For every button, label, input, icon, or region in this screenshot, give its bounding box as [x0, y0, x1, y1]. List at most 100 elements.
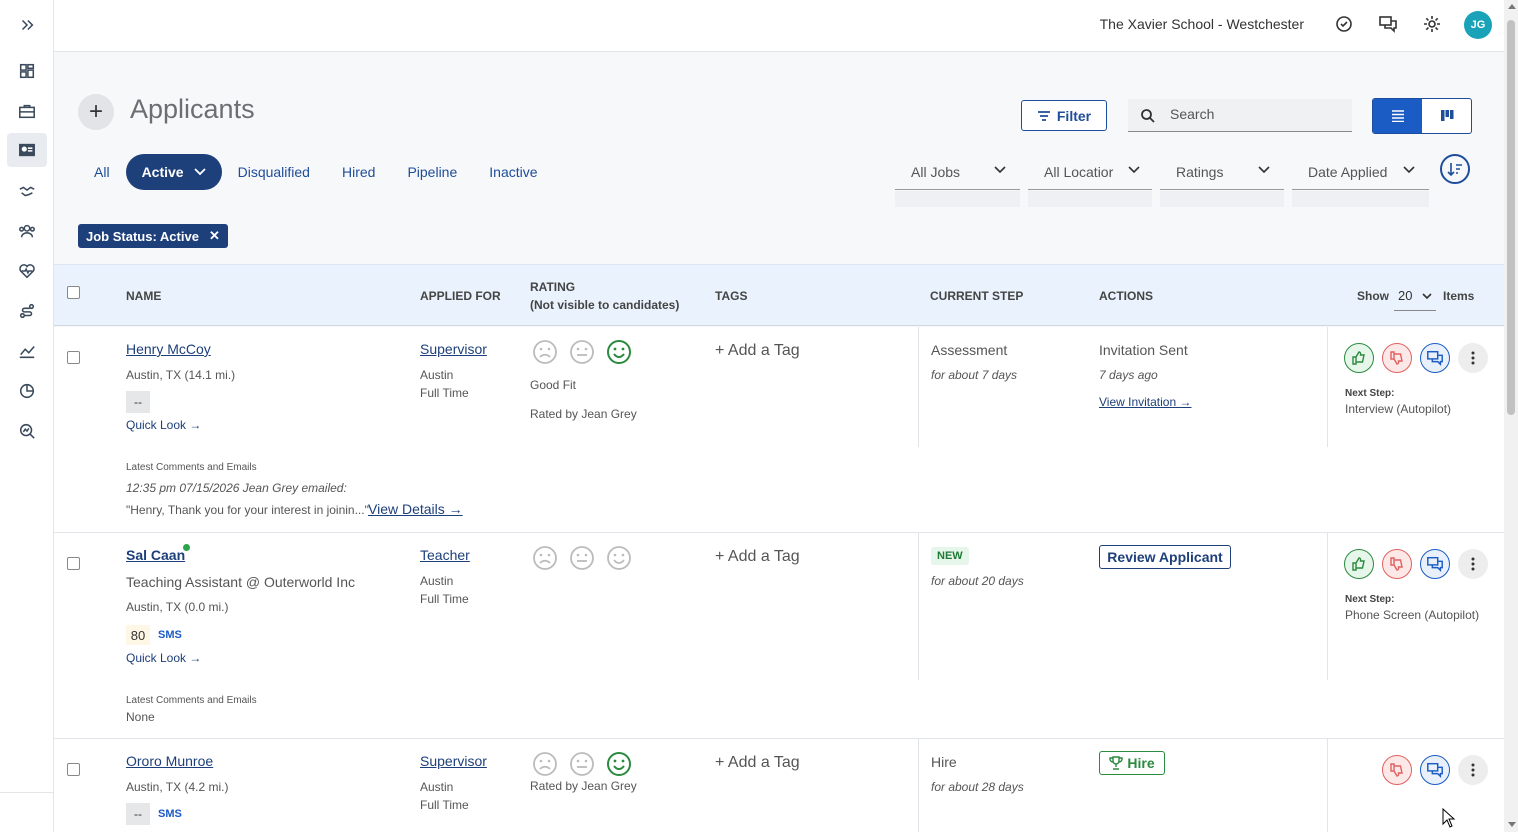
thumbs-down-button[interactable]: [1382, 549, 1412, 579]
scrollbar-thumb[interactable]: [1507, 20, 1515, 415]
thumbs-up-icon: [1352, 351, 1365, 365]
tab-pipeline[interactable]: Pipeline: [391, 154, 473, 190]
ratings-dropdown[interactable]: Ratings: [1160, 154, 1284, 190]
dropdown-underlay: [1028, 191, 1152, 207]
add-tag-button[interactable]: + Add a Tag: [715, 754, 800, 772]
tab-disqualified[interactable]: Disqualified: [222, 154, 326, 190]
header-name[interactable]: NAME: [126, 289, 161, 303]
tab-active[interactable]: Active: [125, 154, 222, 190]
applicant-name-link[interactable]: Sal Caan: [126, 547, 185, 563]
analytics-icon[interactable]: [14, 338, 40, 364]
header-current-step[interactable]: CURRENT STEP: [930, 289, 1023, 303]
page-scrollbar[interactable]: [1504, 0, 1518, 832]
more-options-button[interactable]: [1458, 549, 1488, 579]
column-divider: [1327, 739, 1328, 832]
quick-look-link[interactable]: Quick Look →: [126, 418, 201, 432]
workflow-icon[interactable]: [14, 298, 40, 324]
add-tag-button[interactable]: + Add a Tag: [715, 548, 800, 566]
happy-face-icon[interactable]: [606, 545, 632, 571]
row-checkbox[interactable]: [67, 557, 80, 570]
job-link[interactable]: Supervisor: [420, 341, 487, 357]
sad-face-icon[interactable]: [532, 545, 558, 571]
items-per-page-value: 20: [1398, 288, 1413, 303]
more-options-button[interactable]: [1458, 343, 1488, 373]
message-button[interactable]: [1420, 755, 1450, 785]
view-details-link[interactable]: View Details →: [368, 501, 463, 517]
close-icon[interactable]: ✕: [209, 228, 220, 244]
expand-icon[interactable]: [14, 12, 40, 38]
chevron-down-icon: [1403, 166, 1415, 174]
scroll-up-icon[interactable]: [1508, 4, 1516, 9]
hire-button[interactable]: Hire: [1099, 751, 1165, 775]
review-applicant-button[interactable]: Review Applicant: [1099, 545, 1231, 569]
row-checkbox[interactable]: [67, 763, 80, 776]
sad-face-icon[interactable]: [532, 339, 558, 365]
filter-button[interactable]: Filter: [1021, 100, 1107, 131]
jobs-dropdown[interactable]: All Jobs: [895, 154, 1020, 190]
tab-inactive[interactable]: Inactive: [473, 154, 553, 190]
thumbs-down-icon: [1390, 557, 1403, 571]
next-step-label: Next Step:: [1345, 388, 1395, 399]
job-type: Full Time: [420, 592, 469, 606]
dropdown-underlay: [1292, 191, 1429, 207]
tasks-check-icon[interactable]: [1334, 14, 1356, 36]
people-icon[interactable]: [14, 218, 40, 244]
board-view-button[interactable]: [1422, 99, 1471, 133]
user-avatar[interactable]: JG: [1464, 11, 1492, 39]
neutral-face-icon[interactable]: [569, 339, 595, 365]
applicant-headline: Teaching Assistant @ Outerworld Inc: [126, 574, 355, 590]
header-rating[interactable]: RATING: [530, 280, 575, 294]
message-button[interactable]: [1420, 343, 1450, 373]
scroll-down-icon[interactable]: [1508, 822, 1516, 827]
thumbs-up-button[interactable]: [1344, 549, 1374, 579]
jobs-icon[interactable]: [14, 98, 40, 124]
jobs-dropdown-value: All Jobs: [911, 163, 961, 180]
neutral-face-icon[interactable]: [569, 545, 595, 571]
thumbs-down-button[interactable]: [1382, 343, 1412, 373]
chevron-down-icon: [1128, 166, 1140, 174]
pie-chart-icon[interactable]: [14, 378, 40, 404]
more-options-button[interactable]: [1458, 755, 1488, 785]
items-per-page-select[interactable]: 20: [1394, 281, 1436, 311]
add-tag-button[interactable]: + Add a Tag: [715, 342, 800, 360]
applicant-name-link[interactable]: Henry McCoy: [126, 341, 211, 357]
select-all-checkbox[interactable]: [67, 286, 80, 299]
job-link[interactable]: Supervisor: [420, 753, 487, 769]
thumbs-up-button[interactable]: [1344, 343, 1374, 373]
messages-icon[interactable]: [1378, 14, 1400, 36]
applicants-icon[interactable]: [7, 133, 47, 167]
org-name[interactable]: The Xavier School - Westchester: [1100, 16, 1304, 32]
tab-hired[interactable]: Hired: [326, 154, 391, 190]
view-invitation-link[interactable]: View Invitation →: [1099, 395, 1192, 409]
search-insights-icon[interactable]: [14, 418, 40, 444]
applicant-name-link[interactable]: Ororo Munroe: [126, 753, 213, 769]
search-box[interactable]: [1128, 99, 1352, 132]
header-tags: TAGS: [715, 289, 748, 303]
message-button[interactable]: [1420, 549, 1450, 579]
date-applied-dropdown-value: Date Applied: [1308, 163, 1388, 180]
filter-chip: Job Status: Active ✕: [78, 224, 228, 248]
add-applicant-button[interactable]: +: [78, 94, 114, 130]
happy-face-icon[interactable]: [606, 339, 632, 365]
quick-look-link[interactable]: Quick Look →: [126, 651, 201, 665]
comment-text: None: [126, 710, 155, 724]
sort-button[interactable]: [1440, 154, 1470, 184]
neutral-face-icon[interactable]: [569, 751, 595, 777]
locations-dropdown[interactable]: All Locatior: [1028, 154, 1152, 190]
sad-face-icon[interactable]: [532, 751, 558, 777]
list-view-button[interactable]: [1373, 99, 1422, 133]
job-type: Full Time: [420, 798, 469, 812]
heart-pulse-icon[interactable]: [14, 258, 40, 284]
thumbs-down-button[interactable]: [1382, 755, 1412, 785]
job-link[interactable]: Teacher: [420, 547, 470, 563]
handshake-icon[interactable]: [14, 178, 40, 204]
settings-gear-icon[interactable]: [1422, 14, 1444, 36]
row-checkbox[interactable]: [67, 351, 80, 364]
search-input[interactable]: [1170, 106, 1340, 122]
kanban-icon: [1440, 110, 1453, 121]
header-applied-for[interactable]: APPLIED FOR: [420, 289, 501, 303]
dashboard-icon[interactable]: [14, 58, 40, 84]
tab-all[interactable]: All: [78, 154, 126, 190]
date-applied-dropdown[interactable]: Date Applied: [1292, 154, 1429, 190]
happy-face-icon[interactable]: [606, 751, 632, 777]
